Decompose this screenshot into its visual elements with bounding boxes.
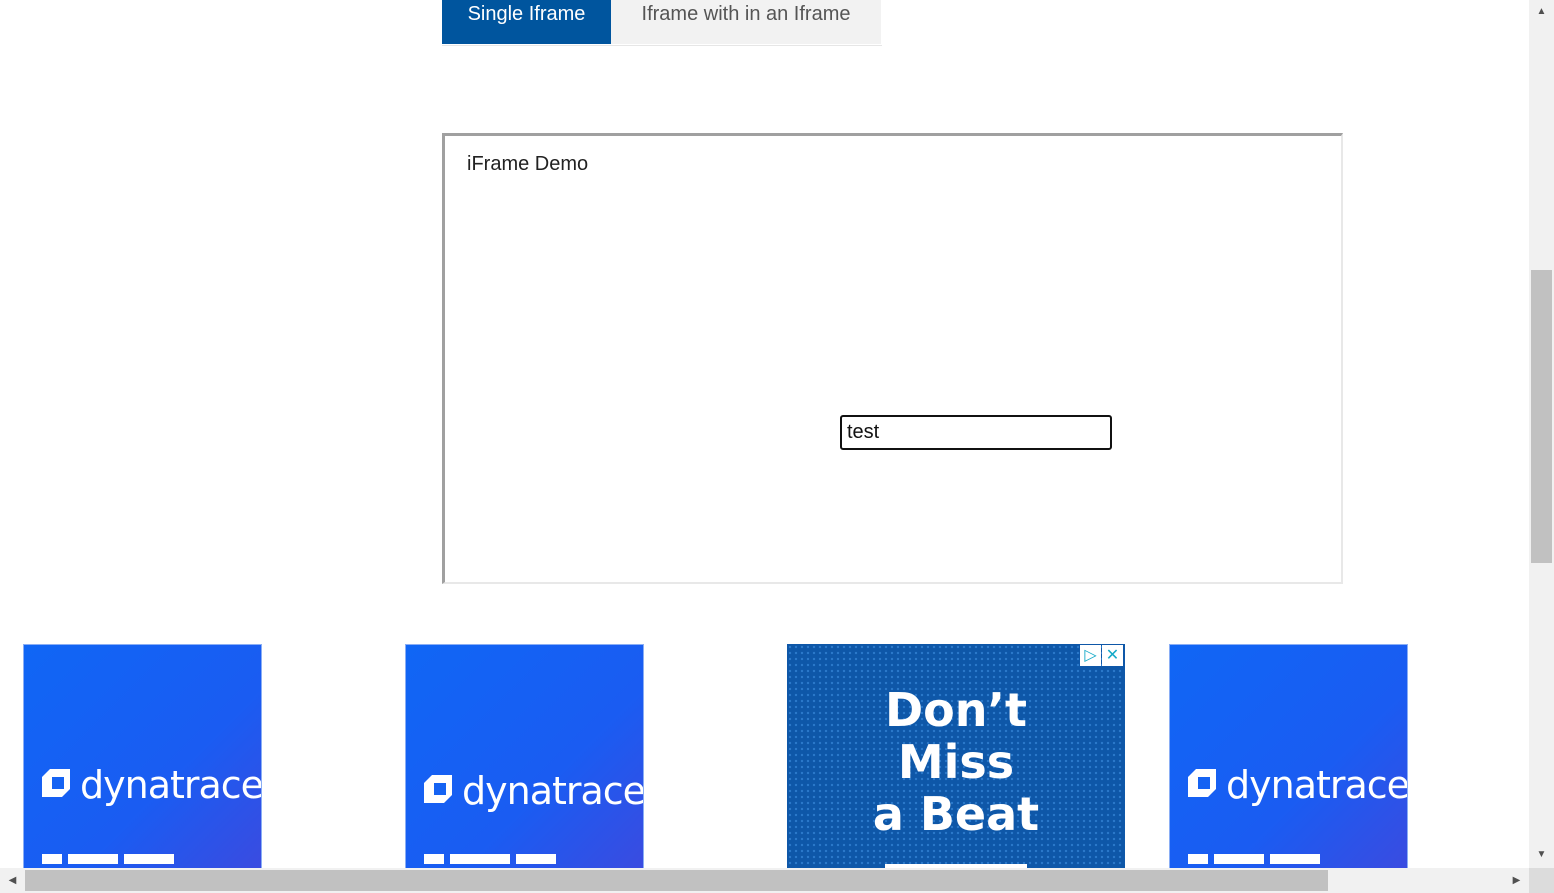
iframe-frame: iFrame Demo xyxy=(442,133,1343,584)
ad-tagline-fragment xyxy=(1188,851,1338,864)
ad-brand: dynatrace xyxy=(462,769,644,813)
dynatrace-ad-2[interactable]: dynatrace xyxy=(405,644,644,868)
page-viewport: Single Iframe Iframe with in an Iframe i… xyxy=(0,0,1529,868)
vertical-scrollbar[interactable]: ▲ ▼ xyxy=(1529,0,1554,868)
ad-tagline-fragment xyxy=(424,851,574,864)
scroll-down-arrow-icon[interactable]: ▼ xyxy=(1529,846,1554,864)
horizontal-scrollbar[interactable]: ◀ ▶ xyxy=(0,868,1529,893)
iframe-title: iFrame Demo xyxy=(467,153,589,175)
dynatrace-ad-1[interactable]: dynatrace xyxy=(23,644,262,868)
ad-close-icon[interactable]: ✕ xyxy=(1102,645,1123,666)
dont-miss-a-beat-ad[interactable]: ▷ ✕ Don’t Miss a Beat xyxy=(787,644,1125,868)
scroll-up-arrow-icon[interactable]: ▲ xyxy=(1529,3,1554,21)
vertical-scroll-thumb[interactable] xyxy=(1531,270,1552,563)
scrollbar-corner xyxy=(1529,868,1554,893)
ad-headline-line-3: a Beat xyxy=(872,787,1040,841)
ad-headline: Don’t Miss a Beat xyxy=(787,684,1125,840)
ad-tagline-fragment xyxy=(42,851,192,864)
dynatrace-logo-icon xyxy=(424,775,452,803)
ad-brand: dynatrace xyxy=(80,763,262,807)
iframe-text-input[interactable] xyxy=(840,415,1112,450)
ad-headline-line-1: Don’t xyxy=(885,683,1027,737)
dynatrace-ad-3[interactable]: dynatrace xyxy=(1169,644,1408,868)
ad-headline-line-2: Miss xyxy=(897,735,1015,789)
horizontal-scroll-thumb[interactable] xyxy=(25,870,1328,891)
ad-controls: ▷ ✕ xyxy=(1080,645,1123,666)
scroll-right-arrow-icon[interactable]: ▶ xyxy=(1504,868,1529,893)
ad-brand: dynatrace xyxy=(1226,763,1408,807)
scroll-left-arrow-icon[interactable]: ◀ xyxy=(0,868,25,893)
iframe-tabs: Single Iframe Iframe with in an Iframe xyxy=(442,0,882,46)
dynatrace-logo: dynatrace xyxy=(422,769,644,813)
adchoices-icon[interactable]: ▷ xyxy=(1080,645,1101,666)
tab-single-iframe[interactable]: Single Iframe xyxy=(442,0,611,44)
dynatrace-logo: dynatrace xyxy=(1186,763,1408,807)
tab-nested-iframe[interactable]: Iframe with in an Iframe xyxy=(611,0,881,44)
dynatrace-logo-icon xyxy=(42,769,70,797)
dynatrace-logo: dynatrace xyxy=(40,763,262,807)
dynatrace-logo-icon xyxy=(1188,769,1216,797)
